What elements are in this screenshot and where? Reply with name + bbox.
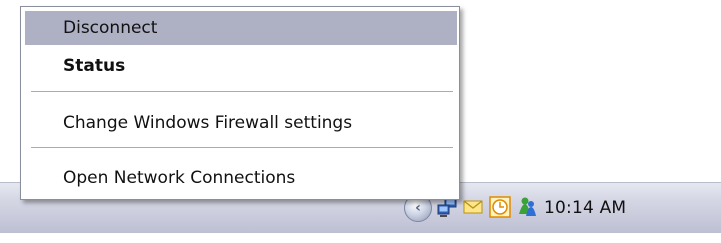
menu-item-open-network-connections[interactable]: Open Network Connections [25, 161, 457, 195]
page-bottom [0, 233, 721, 243]
menu-item-status[interactable]: Status [25, 49, 457, 83]
mail-icon[interactable] [462, 196, 484, 218]
menu-item-change-firewall-settings[interactable]: Change Windows Firewall settings [25, 106, 457, 140]
menu-separator [31, 147, 453, 148]
menu-item-disconnect[interactable]: Disconnect [25, 11, 457, 45]
system-clock[interactable]: 10:14 AM [544, 196, 626, 220]
network-context-menu: Disconnect Status Change Windows Firewal… [20, 6, 460, 200]
messenger-icon[interactable] [516, 196, 538, 218]
clock-icon[interactable] [489, 196, 511, 218]
menu-separator [31, 91, 453, 92]
